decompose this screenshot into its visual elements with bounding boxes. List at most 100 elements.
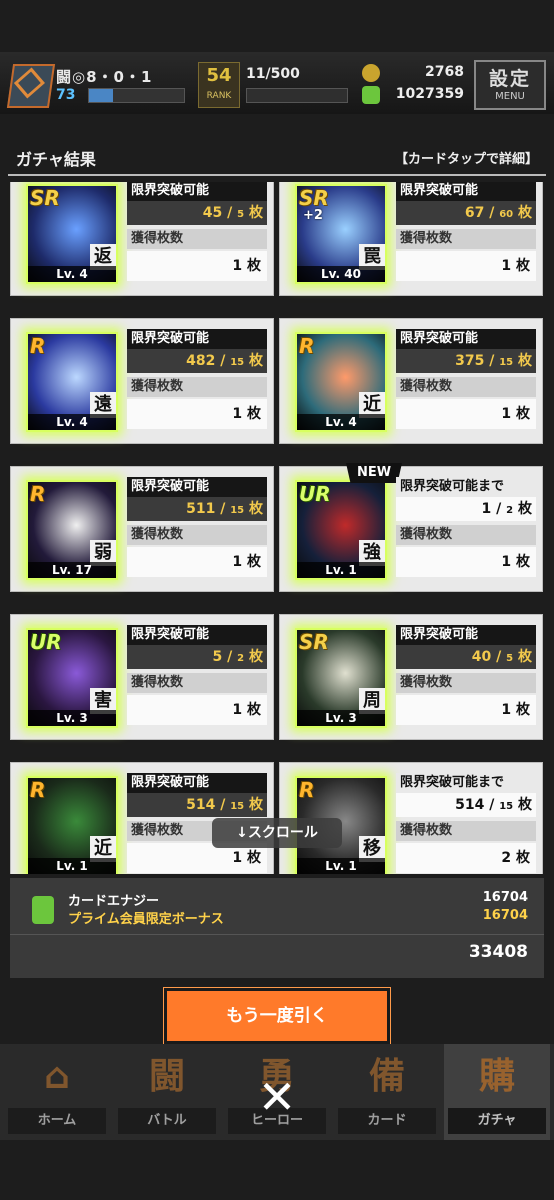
obtained-label: 獲得枚数 (396, 525, 536, 545)
limit-break-status: 限界突破可能まで (396, 773, 536, 793)
obtained-label: 獲得枚数 (127, 525, 267, 545)
player-name: 闘◎8・0・1 (56, 68, 153, 86)
limit-break-count: 67 / 60 枚 (396, 201, 536, 225)
gacha-card[interactable]: SR 周 Lv. 3 限界突破可能 40 / 5 枚 獲得枚数 1 枚 (279, 614, 543, 740)
required-count: 2 (506, 505, 514, 516)
limit-break-status: 限界突破可能 (396, 182, 536, 201)
card-results-list[interactable]: SR 返 Lv. 4 限界突破可能 45 / 5 枚 獲得枚数 1 枚 SR +… (0, 182, 554, 874)
plus-badge: +2 (303, 208, 323, 223)
tap-hint: 【カードタップで詳細】 (394, 152, 538, 167)
card-thumbnail[interactable]: UR 強 Lv. 1 (295, 480, 387, 580)
card-thumbnail[interactable]: SR +2 罠 Lv. 40 (295, 184, 387, 284)
nav-label: カード (338, 1108, 436, 1134)
card-thumbnail[interactable]: R 遠 Lv. 4 (26, 332, 118, 432)
obtained-count: 1 枚 (127, 695, 267, 725)
nav-item[interactable]: 闘 バトル (114, 1044, 220, 1140)
prime-bonus-value: 16704 (482, 908, 528, 923)
card-level: Lv. 3 (297, 710, 385, 726)
unit-label: 枚 (249, 797, 263, 813)
unit-label: 枚 (249, 205, 263, 221)
gacha-card[interactable]: R 遠 Lv. 4 限界突破可能 482 / 15 枚 獲得枚数 1 枚 (10, 318, 274, 444)
unit-label: 枚 (516, 702, 530, 718)
gacha-card[interactable]: SR +2 罠 Lv. 40 限界突破可能 67 / 60 枚 獲得枚数 1 枚 (279, 182, 543, 296)
obtained-label: 獲得枚数 (127, 229, 267, 249)
gacha-card[interactable]: R 近 Lv. 4 限界突破可能 375 / 15 枚 獲得枚数 1 枚 (279, 318, 543, 444)
card-thumbnail[interactable]: UR 害 Lv. 3 (26, 628, 118, 728)
card-level: Lv. 4 (28, 414, 116, 430)
unit-label: 枚 (247, 406, 261, 422)
rank-badge: 54 RANK (198, 62, 240, 108)
nav-item[interactable]: 備 カード (334, 1044, 440, 1140)
unit-label: 枚 (518, 501, 532, 517)
player-level: 73 (56, 87, 76, 103)
unit-label: 枚 (249, 353, 263, 369)
card-thumbnail[interactable]: SR 返 Lv. 4 (26, 184, 118, 284)
limit-break-count: 5 / 2 枚 (127, 645, 267, 669)
card-thumbnail[interactable]: R 弱 Lv. 17 (26, 480, 118, 580)
limit-break-status: 限界突破可能 (127, 182, 267, 201)
gacha-icon: 購 (478, 1056, 515, 1097)
battle-icon: 闘 (148, 1056, 185, 1097)
owned-count: 514 (186, 797, 216, 813)
gacha-card[interactable]: SR 返 Lv. 4 限界突破可能 45 / 5 枚 獲得枚数 1 枚 (10, 182, 274, 296)
unit-label: 枚 (518, 649, 532, 665)
card-level: Lv. 1 (297, 858, 385, 874)
card-thumbnail[interactable]: SR 周 Lv. 3 (295, 628, 387, 728)
close-icon[interactable]: ✕ (254, 1074, 300, 1120)
obtained-label: 獲得枚数 (396, 377, 536, 397)
level-progress-fill (89, 89, 113, 102)
owned-count: 482 (186, 353, 216, 369)
menu-sublabel: MENU (495, 91, 525, 102)
limit-break-count: 514 / 15 枚 (396, 793, 536, 817)
gacha-card[interactable]: R 弱 Lv. 17 限界突破可能 511 / 15 枚 獲得枚数 1 枚 (10, 466, 274, 592)
card-thumbnail[interactable]: R 近 Lv. 1 (26, 776, 118, 874)
unit-label: 枚 (516, 554, 530, 570)
rank-label: RANK (206, 91, 232, 101)
level-progress-bar (88, 88, 185, 103)
obtained-value: 1 (232, 258, 243, 274)
rarity-badge: SR (299, 630, 329, 654)
obtained-label: 獲得枚数 (396, 821, 536, 841)
card-level: Lv. 1 (28, 858, 116, 874)
divider (10, 934, 544, 935)
rarity-badge: R (30, 778, 46, 802)
gacha-card[interactable]: UR 強 Lv. 1 NEW 限界突破可能まで 1 / 2 枚 獲得枚数 1 枚 (279, 463, 543, 592)
obtained-value: 1 (501, 702, 512, 718)
unit-label: 枚 (247, 554, 261, 570)
required-count: 15 (499, 357, 514, 368)
limit-break-status: 限界突破可能 (127, 773, 267, 793)
obtained-value: 1 (232, 554, 243, 570)
player-emblem-icon[interactable] (6, 64, 56, 108)
rarity-badge: R (299, 334, 315, 358)
owned-count: 45 (202, 205, 223, 221)
energy-total: 33408 (468, 942, 528, 962)
nav-item[interactable]: ⌂ ホーム (4, 1044, 110, 1140)
unit-label: 枚 (247, 850, 261, 866)
card-thumbnail[interactable]: R 近 Lv. 4 (295, 332, 387, 432)
nav-item[interactable]: 購 ガチャ (444, 1044, 550, 1140)
obtained-value: 1 (232, 406, 243, 422)
obtained-value: 1 (232, 702, 243, 718)
obtained-value: 1 (232, 850, 243, 866)
obtained-value: 1 (501, 406, 512, 422)
menu-button[interactable]: 設定 MENU (474, 60, 546, 110)
page-title: ガチャ結果 (16, 150, 96, 169)
new-badge: NEW (346, 463, 402, 483)
owned-count: 5 (212, 649, 223, 665)
owned-count: 514 (455, 797, 485, 813)
results-header: ガチャ結果 【カードタップで詳細】 (8, 140, 546, 176)
stamina-value: 11/500 (246, 66, 300, 82)
draw-again-button[interactable]: もう一度引く (163, 987, 391, 1045)
obtained-count: 1 枚 (396, 695, 536, 725)
limit-break-count: 482 / 15 枚 (127, 349, 267, 373)
unit-label: 枚 (247, 702, 261, 718)
scroll-hint: ↓スクロール (212, 818, 342, 848)
nav-label: ガチャ (448, 1108, 546, 1134)
limit-break-status: 限界突破可能 (396, 329, 536, 349)
obtained-count: 1 枚 (396, 251, 536, 281)
obtained-count: 1 枚 (127, 399, 267, 429)
obtained-label: 獲得枚数 (396, 673, 536, 693)
card-level: Lv. 17 (28, 562, 116, 578)
obtained-count: 1 枚 (127, 547, 267, 577)
gacha-card[interactable]: UR 害 Lv. 3 限界突破可能 5 / 2 枚 獲得枚数 1 枚 (10, 614, 274, 740)
